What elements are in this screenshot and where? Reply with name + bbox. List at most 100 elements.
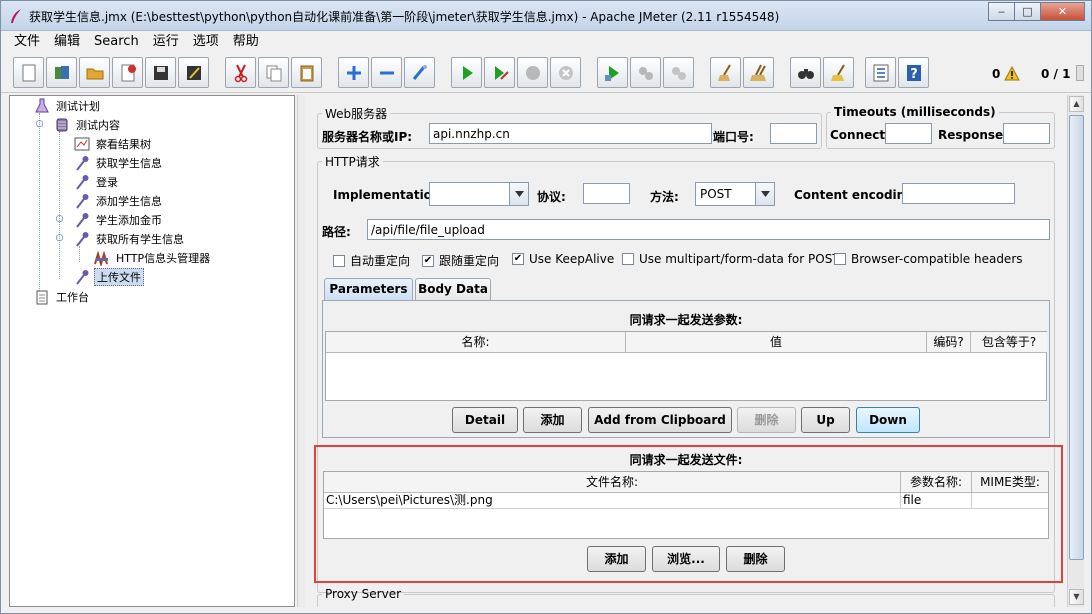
checkbox-box[interactable] [622,253,634,265]
parameters-table[interactable]: 名称: 值 编码? 包含等于? [325,331,1047,401]
warning-icon[interactable] [1004,66,1020,81]
open-button[interactable] [79,57,110,88]
clear-all-button[interactable] [743,57,774,88]
save-button[interactable] [145,57,176,88]
sampler-pipette-icon [74,231,90,247]
menu-run[interactable]: 运行 [146,31,186,53]
checkbox-label: 跟随重定向 [439,254,500,268]
tree-item-http-header-manager[interactable]: HTTP信息头管理器 [94,249,212,267]
help-button[interactable]: ? [898,57,929,88]
tree-item-add-coins[interactable]: 学生添加金币 [74,211,164,229]
server-name-input[interactable] [429,123,712,144]
tree-item-test-plan[interactable]: 测试计划 [34,97,102,115]
checkbox-label: Browser-compatible headers [851,252,1023,266]
tree-item-view-results-tree[interactable]: 察看结果树 [74,135,153,153]
checkbox-box[interactable] [333,254,345,267]
expand-toggle[interactable]: ○ [55,215,64,224]
close-window-button[interactable]: ✕ [1040,2,1085,21]
move-up-button[interactable]: Up [801,407,850,433]
params-col-encode[interactable]: 编码? [927,332,971,353]
tree-item-workbench[interactable]: 工作台 [34,288,91,306]
panel-splitter[interactable] [297,95,305,607]
keepalive-checkbox[interactable]: ✔ Use KeepAlive [512,252,614,266]
follow-redirect-checkbox[interactable]: ✔ 跟随重定向 [422,252,499,269]
copy-button[interactable] [258,57,289,88]
checkmark-icon[interactable]: ✔ [512,253,524,265]
templates-button[interactable] [46,57,77,88]
path-label: 路径: [322,225,351,239]
collapse-toggle[interactable]: ○ [55,234,64,243]
tree-item-get-all-students[interactable]: 获取所有学生信息 [74,230,186,248]
auto-redirect-checkbox[interactable]: 自动重定向 [333,252,410,269]
function-helper-button[interactable] [865,57,896,88]
menu-bar: 文件 编辑 Search 运行 选项 帮助 [1,31,1091,53]
tab-parameters[interactable]: Parameters [324,278,413,300]
minimize-button[interactable]: ‒ [988,2,1015,21]
connect-timeout-label: Connect: [830,128,890,142]
expand-all-button[interactable] [338,57,369,88]
remote-stop-button[interactable] [630,57,661,88]
multipart-checkbox[interactable]: Use multipart/form-data for POST [622,252,840,266]
reset-search-button[interactable] [823,57,854,88]
params-col-include-equals[interactable]: 包含等于? [971,332,1047,353]
detail-button[interactable]: Detail [452,407,518,433]
tree-item-add-student[interactable]: 添加学生信息 [74,192,164,210]
params-col-value[interactable]: 值 [626,332,927,353]
menu-help[interactable]: 帮助 [226,31,266,53]
browser-headers-checkbox[interactable]: Browser-compatible headers [834,252,1023,266]
shutdown-button[interactable] [550,57,581,88]
tree-item-login[interactable]: 登录 [74,173,120,191]
start-no-pause-button[interactable] [484,57,515,88]
error-count: 0 [992,67,1001,81]
move-down-button[interactable]: Down [856,407,920,433]
checkbox-label: 自动重定向 [350,254,411,268]
clear-button[interactable] [710,57,741,88]
response-timeout-input[interactable] [1003,123,1050,144]
content-encoding-input[interactable] [902,183,1015,204]
menu-file[interactable]: 文件 [7,31,47,53]
new-button[interactable] [13,57,44,88]
protocol-label: 协议: [537,190,566,204]
connect-timeout-input[interactable] [885,123,932,144]
method-select[interactable]: POST [695,182,775,206]
tree-item-upload-file[interactable]: 上传文件 [74,268,144,286]
chevron-down-icon[interactable] [509,183,528,205]
stop-button[interactable] [517,57,548,88]
menu-edit[interactable]: 编辑 [47,31,87,53]
search-button[interactable] [790,57,821,88]
tree-item-thread-group[interactable]: 测试内容 [54,116,122,134]
scroll-down-icon[interactable]: ▼ [1069,589,1084,605]
tab-body-data[interactable]: Body Data [415,278,491,300]
tree-item-get-student-info[interactable]: 获取学生信息 [74,154,164,172]
save-as-button[interactable] [178,57,209,88]
menu-search[interactable]: Search [87,31,146,53]
params-col-name[interactable]: 名称: [326,332,626,353]
checkmark-icon[interactable]: ✔ [422,254,434,267]
templates-icon [54,65,69,79]
collapse-toggle[interactable]: ○ [35,120,44,129]
delete-param-button[interactable]: 删除 [737,407,796,433]
protocol-input[interactable] [583,183,630,204]
paste-button[interactable] [291,57,322,88]
port-input[interactable] [770,123,817,144]
checkbox-box[interactable] [834,253,846,265]
new-file-icon [22,64,35,81]
menu-options[interactable]: 选项 [186,31,226,53]
vertical-scrollbar[interactable]: ▲ ▼ [1067,95,1084,607]
toggle-button[interactable] [404,57,435,88]
collapse-all-button[interactable] [371,57,402,88]
scrollbar-thumb[interactable] [1069,115,1084,560]
response-timeout-label: Response: [938,128,1008,142]
chevron-down-icon[interactable] [755,183,774,205]
implementation-select[interactable] [429,182,529,206]
remote-start-button[interactable] [597,57,628,88]
start-button[interactable] [451,57,482,88]
maximize-button[interactable]: □ [1014,2,1041,21]
remote-shutdown-button[interactable] [663,57,694,88]
add-param-button[interactable]: 添加 [523,407,582,433]
scroll-up-icon[interactable]: ▲ [1069,96,1084,112]
close-plan-button[interactable] [112,57,143,88]
add-from-clipboard-button[interactable]: Add from Clipboard [588,407,732,433]
path-input[interactable] [367,219,1050,240]
cut-button[interactable] [225,57,256,88]
